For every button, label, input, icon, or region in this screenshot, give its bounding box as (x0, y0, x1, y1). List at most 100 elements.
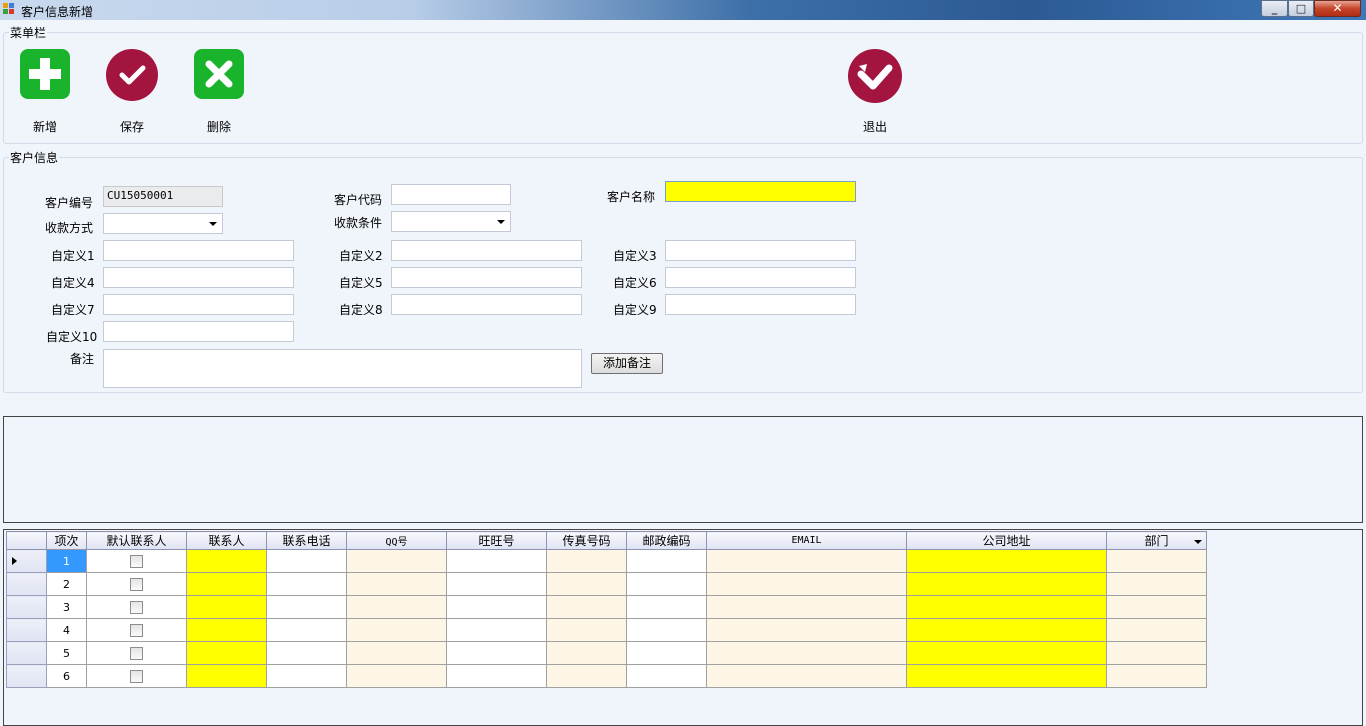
custom3-field[interactable] (665, 240, 856, 261)
custom7-field[interactable] (103, 294, 294, 315)
custom8-field[interactable] (391, 294, 582, 315)
cell-wangwang[interactable] (446, 618, 547, 642)
default-contact-checkbox[interactable] (130, 623, 143, 637)
contacts-grid[interactable]: 项次 默认联系人 联系人 联系电话 QQ号 旺旺号 传真号码 邮政编码 EMAI… (3, 529, 1363, 726)
cell-index[interactable]: 3 (46, 595, 87, 619)
default-contact-checkbox[interactable] (130, 577, 143, 591)
cell-phone[interactable] (266, 641, 347, 665)
column-header-address[interactable]: 公司地址 (906, 531, 1107, 550)
row-header[interactable] (6, 572, 47, 596)
column-header-department[interactable]: 部门 (1106, 531, 1207, 550)
default-contact-checkbox[interactable] (130, 669, 143, 683)
custom5-field[interactable] (391, 267, 582, 288)
cell-contact[interactable] (186, 549, 267, 573)
cell-qq[interactable] (346, 618, 447, 642)
cell-wangwang[interactable] (446, 549, 547, 573)
cell-fax[interactable] (546, 618, 627, 642)
delete-button[interactable]: 删除 (189, 48, 249, 134)
table-row[interactable]: 6 (6, 664, 1207, 688)
cell-address[interactable] (906, 549, 1107, 573)
cell-email[interactable] (706, 572, 907, 596)
column-header-contact[interactable]: 联系人 (186, 531, 267, 550)
new-button[interactable]: 新增 (15, 48, 75, 134)
default-contact-checkbox[interactable] (130, 600, 143, 614)
column-header-phone[interactable]: 联系电话 (266, 531, 347, 550)
custom10-field[interactable] (103, 321, 294, 342)
cell-default-contact[interactable] (86, 549, 187, 573)
cell-email[interactable] (706, 549, 907, 573)
cell-contact[interactable] (186, 641, 267, 665)
cell-postcode[interactable] (626, 618, 707, 642)
cell-email[interactable] (706, 595, 907, 619)
row-header[interactable] (6, 595, 47, 619)
custom4-field[interactable] (103, 267, 294, 288)
cell-fax[interactable] (546, 595, 627, 619)
cell-postcode[interactable] (626, 595, 707, 619)
save-button[interactable]: 保存 (102, 48, 162, 134)
cell-contact[interactable] (186, 595, 267, 619)
cell-wangwang[interactable] (446, 595, 547, 619)
remark-textarea[interactable] (103, 349, 582, 388)
custom6-field[interactable] (665, 267, 856, 288)
cell-default-contact[interactable] (86, 595, 187, 619)
column-header-index[interactable]: 项次 (46, 531, 87, 550)
customer-code-field[interactable] (391, 184, 511, 205)
table-row[interactable]: 1 (6, 549, 1207, 573)
column-header-email[interactable]: EMAIL (706, 531, 907, 550)
cell-department[interactable] (1106, 572, 1207, 596)
maximize-button[interactable]: □ (1288, 0, 1314, 17)
custom1-field[interactable] (103, 240, 294, 261)
cell-department[interactable] (1106, 664, 1207, 688)
cell-index[interactable]: 5 (46, 641, 87, 665)
cell-address[interactable] (906, 664, 1107, 688)
cell-address[interactable] (906, 618, 1107, 642)
cell-email[interactable] (706, 641, 907, 665)
cell-phone[interactable] (266, 595, 347, 619)
cell-department[interactable] (1106, 618, 1207, 642)
cell-qq[interactable] (346, 572, 447, 596)
cell-fax[interactable] (546, 641, 627, 665)
table-row[interactable]: 5 (6, 641, 1207, 665)
cell-wangwang[interactable] (446, 664, 547, 688)
exit-button[interactable]: 退出 (845, 48, 905, 134)
cell-email[interactable] (706, 664, 907, 688)
add-remark-button[interactable]: 添加备注 (591, 353, 663, 374)
cell-index[interactable]: 6 (46, 664, 87, 688)
cell-wangwang[interactable] (446, 572, 547, 596)
column-header-postcode[interactable]: 邮政编码 (626, 531, 707, 550)
row-header[interactable] (6, 549, 47, 573)
custom2-field[interactable] (391, 240, 582, 261)
cell-qq[interactable] (346, 641, 447, 665)
table-row[interactable]: 4 (6, 618, 1207, 642)
column-header-fax[interactable]: 传真号码 (546, 531, 627, 550)
cell-index[interactable]: 1 (46, 549, 87, 573)
cell-index[interactable]: 4 (46, 618, 87, 642)
cell-address[interactable] (906, 595, 1107, 619)
cell-address[interactable] (906, 572, 1107, 596)
minimize-button[interactable]: _ (1261, 0, 1288, 17)
cell-department[interactable] (1106, 595, 1207, 619)
cell-qq[interactable] (346, 664, 447, 688)
column-header-qq[interactable]: QQ号 (346, 531, 447, 550)
cell-wangwang[interactable] (446, 641, 547, 665)
customer-name-field[interactable] (665, 181, 856, 202)
cell-postcode[interactable] (626, 549, 707, 573)
cell-qq[interactable] (346, 595, 447, 619)
column-header-wangwang[interactable]: 旺旺号 (446, 531, 547, 550)
cell-fax[interactable] (546, 572, 627, 596)
cell-department[interactable] (1106, 549, 1207, 573)
table-row[interactable]: 3 (6, 595, 1207, 619)
table-row[interactable]: 2 (6, 572, 1207, 596)
cell-contact[interactable] (186, 618, 267, 642)
payment-method-select[interactable] (103, 213, 223, 234)
cell-address[interactable] (906, 641, 1107, 665)
cell-phone[interactable] (266, 572, 347, 596)
cell-fax[interactable] (546, 664, 627, 688)
close-button[interactable]: ✕ (1314, 0, 1361, 17)
cell-department[interactable] (1106, 641, 1207, 665)
cell-contact[interactable] (186, 572, 267, 596)
default-contact-checkbox[interactable] (130, 646, 143, 660)
default-contact-checkbox[interactable] (130, 554, 143, 568)
row-header[interactable] (6, 618, 47, 642)
cell-postcode[interactable] (626, 572, 707, 596)
